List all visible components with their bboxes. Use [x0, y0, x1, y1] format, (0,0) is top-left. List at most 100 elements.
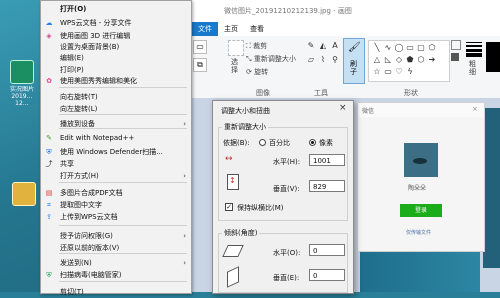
pdf-icon: ▤: [45, 189, 53, 197]
menu-item[interactable]: ⛨ 使用 Windows Defender扫描...: [41, 146, 191, 158]
menu-item-label: 共享: [60, 160, 74, 168]
fill-style-icon[interactable]: [451, 53, 459, 61]
chevron-right-icon: ›: [183, 259, 186, 267]
window-title: 微信图片_20191210212139.jpg - 画图: [224, 7, 352, 15]
wechat-login-button[interactable]: 登录: [400, 204, 442, 217]
menu-item-label: 使用 Windows Defender扫描...: [60, 148, 163, 156]
chevron-right-icon: ›: [183, 172, 186, 180]
wps-icon: ☁: [45, 19, 53, 27]
menu-item-label: 发送到(N): [60, 259, 92, 267]
chevron-right-icon: ›: [183, 232, 186, 240]
menu-separator: [59, 114, 187, 115]
outline-icon[interactable]: [451, 40, 461, 50]
boat-silhouette: [413, 158, 427, 164]
menu-item[interactable]: ✿ 使用美图秀秀编辑和美化: [41, 75, 191, 87]
callout-shape-icon[interactable]: ▭: [383, 67, 393, 77]
skew-horizontal-input[interactable]: 0: [309, 244, 345, 256]
crop-button[interactable]: ⛶ 裁剪: [246, 41, 267, 51]
menu-item[interactable]: ⇪ 上传到WPS云文档: [41, 211, 191, 223]
menu-item[interactable]: ⤴ 共享: [41, 158, 191, 170]
menu-separator: [59, 253, 187, 254]
brush-button[interactable]: 🖌 刷 子: [343, 38, 365, 84]
menu-item[interactable]: ☁ WPS云文档 - 分享文件: [41, 17, 191, 29]
menu-separator: [59, 182, 187, 183]
pixels-label: 像素: [319, 139, 333, 147]
resize-icon: ⤡: [246, 55, 254, 63]
curve-shape-icon[interactable]: ∿: [383, 43, 393, 53]
pixels-radio[interactable]: [309, 139, 316, 146]
close-icon[interactable]: ×: [472, 105, 478, 113]
paint3d-icon: ◈: [46, 32, 52, 40]
close-icon[interactable]: ×: [339, 103, 347, 113]
heart-shape-icon[interactable]: ♡: [394, 67, 404, 77]
vertical-input[interactable]: 829: [309, 180, 345, 192]
paste-icon[interactable]: ▭: [193, 40, 207, 54]
menu-separator: [59, 87, 187, 88]
menu-item-label: 上传到WPS云文档: [60, 213, 118, 221]
diamond-shape-icon[interactable]: ◇: [394, 55, 404, 65]
color-picker-icon[interactable]: ⌇: [318, 55, 328, 65]
tools-group-label: 工具: [314, 89, 328, 97]
keep-ratio-checkbox[interactable]: ✓: [225, 203, 233, 211]
menu-item[interactable]: ⛨ 扫描病毒(电脑管家): [41, 269, 191, 281]
menu-item[interactable]: 发送到(N) ›: [41, 257, 191, 269]
rotate-button[interactable]: ⟳ 旋转: [246, 67, 268, 77]
eraser-icon[interactable]: ▱: [306, 55, 316, 65]
copy-icon[interactable]: ⧉: [193, 58, 207, 72]
menu-item[interactable]: 向右旋转(T): [41, 91, 191, 103]
upload-icon: ⇪: [46, 213, 52, 221]
desktop-icon-folder[interactable]: [4, 182, 44, 208]
polygon-shape-icon[interactable]: ⬠: [427, 43, 437, 53]
magnifier-icon[interactable]: ⚲: [330, 55, 340, 65]
wechat-username: 陶朵朵: [408, 185, 427, 192]
menu-item[interactable]: 打开(O): [41, 3, 191, 15]
shapes-gallery[interactable]: ╲ ∿ ◯ ▭ ▢ ⬠ △ ◺ ◇ ⬟ ⬡ ➔ ☆ ▭ ♡ ϟ: [368, 40, 450, 82]
resize-button[interactable]: ⤡ 重新调整大小: [246, 54, 296, 64]
rect-shape-icon[interactable]: ▭: [405, 43, 415, 53]
title-bar: 微信图片_20191210212139.jpg - 画图: [190, 0, 500, 22]
resize-group-label: 重新调整大小: [222, 122, 268, 132]
menu-item-label: 剪切(T): [60, 288, 84, 296]
lightning-shape-icon[interactable]: ϟ: [405, 67, 415, 77]
pentagon-shape-icon[interactable]: ⬟: [405, 55, 415, 65]
menu-item[interactable]: 授予访问权限(G) ›: [41, 230, 191, 242]
thickness-icon[interactable]: [466, 40, 482, 57]
horizontal-label: 水平(H):: [273, 158, 301, 166]
color1-swatch[interactable]: [486, 42, 500, 72]
menu-separator: [59, 225, 187, 226]
fill-icon[interactable]: ◭: [318, 41, 328, 51]
menu-item[interactable]: 剪切(T): [41, 286, 191, 298]
oval-shape-icon[interactable]: ◯: [394, 43, 404, 53]
crop-label: 裁剪: [253, 42, 268, 50]
star-shape-icon[interactable]: ☆: [372, 67, 382, 77]
skew-group: [218, 233, 348, 293]
hexagon-shape-icon[interactable]: ⬡: [416, 55, 426, 65]
thickness-label[interactable]: 粗 细: [469, 60, 476, 76]
menu-item[interactable]: 编辑(E): [41, 52, 191, 64]
menu-item[interactable]: ▤ 多图片合成PDF文档: [41, 187, 191, 199]
rounded-rect-shape-icon[interactable]: ▢: [416, 43, 426, 53]
triangle-shape-icon[interactable]: △: [372, 55, 382, 65]
arrow-shape-icon[interactable]: ➔: [427, 55, 437, 65]
horizontal-input[interactable]: 1001: [309, 154, 345, 166]
percent-radio[interactable]: [259, 139, 266, 146]
menu-item[interactable]: 打开方式(H) ›: [41, 170, 191, 182]
brush-icon: 🖌: [348, 42, 361, 53]
right-triangle-shape-icon[interactable]: ◺: [383, 55, 393, 65]
select-button-label[interactable]: 选 择: [231, 58, 238, 74]
menu-item-label: 打开方式(H): [60, 172, 99, 180]
select-icon[interactable]: [228, 40, 244, 56]
tab-file[interactable]: 文件: [192, 22, 218, 36]
menu-item[interactable]: ⌗ 提取图中文字: [41, 199, 191, 211]
menu-item-label: 打开(O): [60, 5, 87, 13]
menu-item[interactable]: ✎ Edit with Notepad++: [41, 132, 191, 144]
tab-home[interactable]: 主页: [218, 22, 244, 36]
tab-view[interactable]: 查看: [244, 22, 270, 36]
desktop-icon-photo[interactable]: 实况图片 2019… 12…: [2, 60, 42, 107]
skew-horizontal-label: 水平(O):: [273, 249, 301, 257]
text-icon[interactable]: A: [330, 41, 340, 51]
line-shape-icon[interactable]: ╲: [372, 43, 382, 53]
skew-vertical-input[interactable]: 0: [309, 269, 345, 281]
pencil-icon[interactable]: ✎: [306, 41, 316, 51]
wechat-file-transfer-link[interactable]: 仅传输文件: [406, 229, 431, 236]
